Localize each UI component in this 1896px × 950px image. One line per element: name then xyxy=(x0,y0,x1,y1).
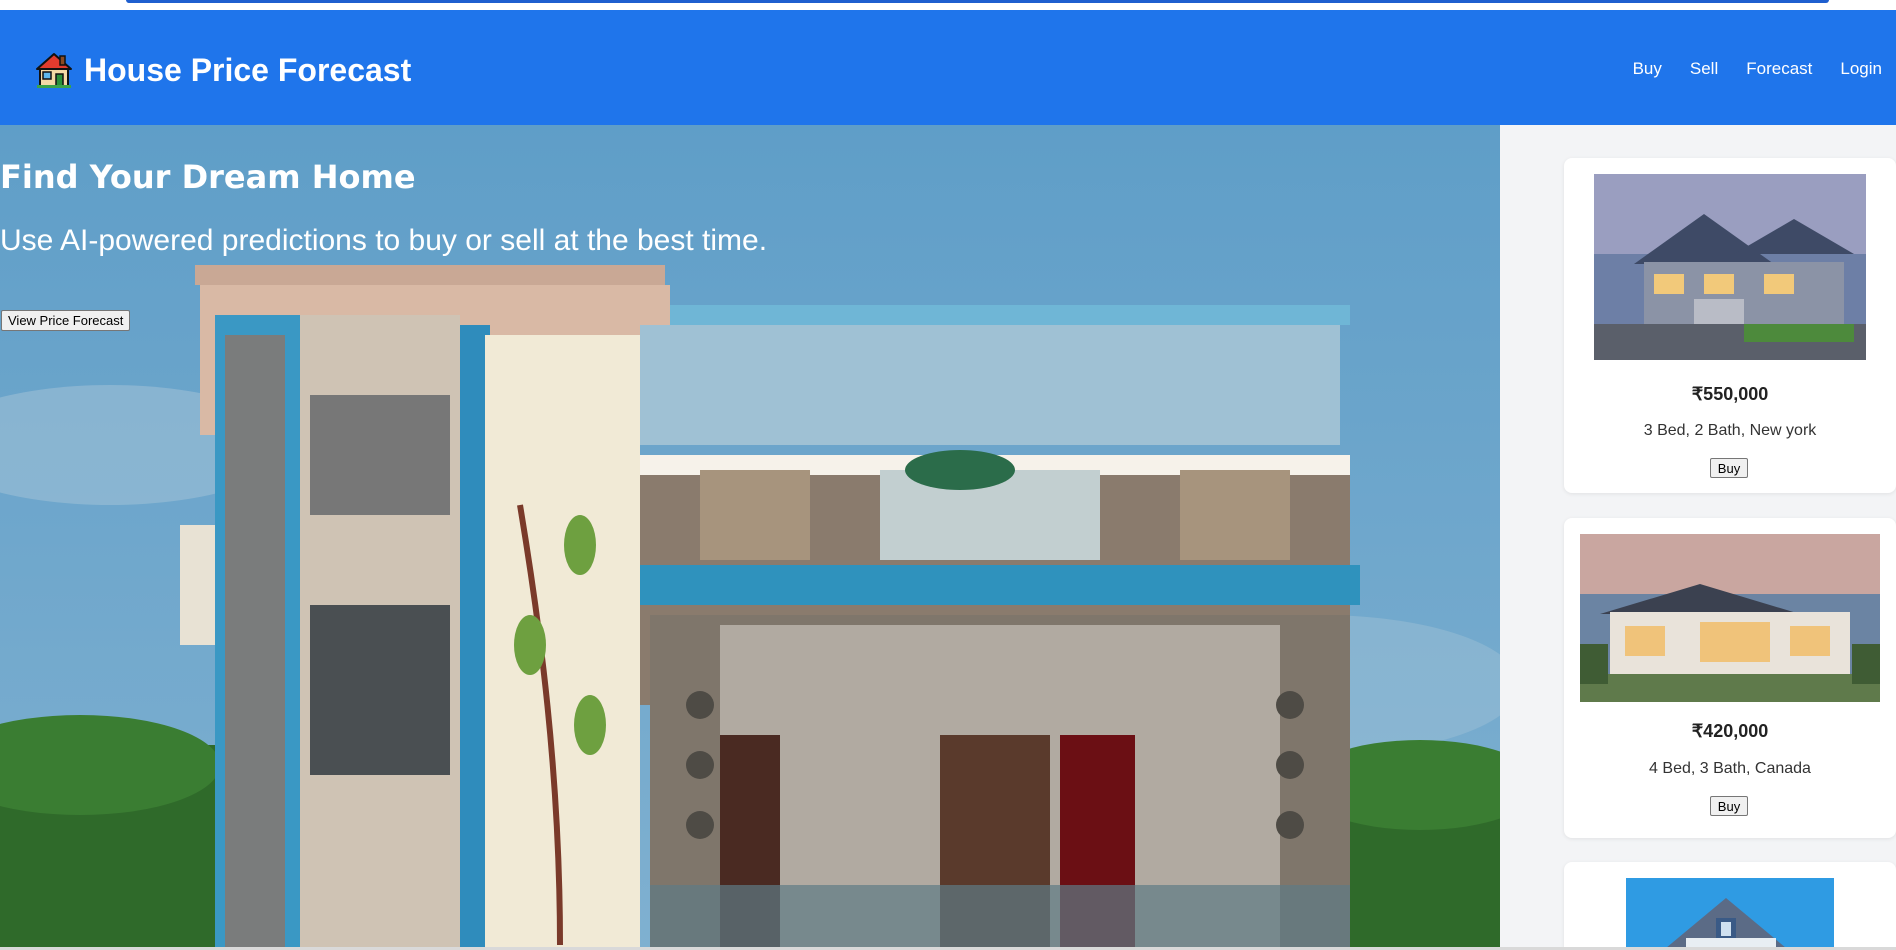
nav-link-forecast[interactable]: Forecast xyxy=(1746,57,1812,81)
nav-link-sell[interactable]: Sell xyxy=(1690,57,1718,81)
hero-subheading: Use AI-powered predictions to buy or sel… xyxy=(0,224,768,257)
navbar: House Price Forecast Buy Sell Forecast L… xyxy=(0,10,1896,125)
hero-heading: Find Your Dream Home xyxy=(0,158,416,196)
site-title: House Price Forecast xyxy=(84,52,412,88)
listing-price: ₹550,000 xyxy=(1691,384,1769,404)
view-price-forecast-button[interactable]: View Price Forecast xyxy=(1,310,131,331)
nav-link-login[interactable]: Login xyxy=(1840,57,1882,81)
listing-photo xyxy=(1626,878,1834,947)
house-icon xyxy=(36,53,72,88)
listing-price: ₹420,000 xyxy=(1691,721,1769,741)
listing-photo xyxy=(1580,534,1880,702)
hero-section: Find Your Dream Home Use AI-powered pred… xyxy=(0,125,1500,947)
brand[interactable]: House Price Forecast xyxy=(34,50,411,90)
listings-sidebar: ₹550,000 3 Bed, 2 Bath, New york Buy ₹42… xyxy=(1500,125,1896,947)
nav-link-buy[interactable]: Buy xyxy=(1633,57,1662,81)
listing-photo xyxy=(1594,174,1866,360)
listing-card: ₹550,000 3 Bed, 2 Bath, New york Buy xyxy=(1564,158,1896,493)
listing-card xyxy=(1564,862,1896,947)
listing-details: 4 Bed, 3 Bath, Canada xyxy=(1649,760,1811,777)
listing-details: 3 Bed, 2 Bath, New york xyxy=(1643,422,1817,439)
nav-menu: Buy Sell Forecast Login xyxy=(1605,57,1882,81)
buy-button[interactable]: Buy xyxy=(1710,458,1748,478)
browser-top-strip xyxy=(0,0,1896,10)
buy-button[interactable]: Buy xyxy=(1710,796,1748,816)
browser-address-bar-edge xyxy=(126,0,1829,3)
listing-card: ₹420,000 4 Bed, 3 Bath, Canada Buy xyxy=(1564,518,1896,838)
